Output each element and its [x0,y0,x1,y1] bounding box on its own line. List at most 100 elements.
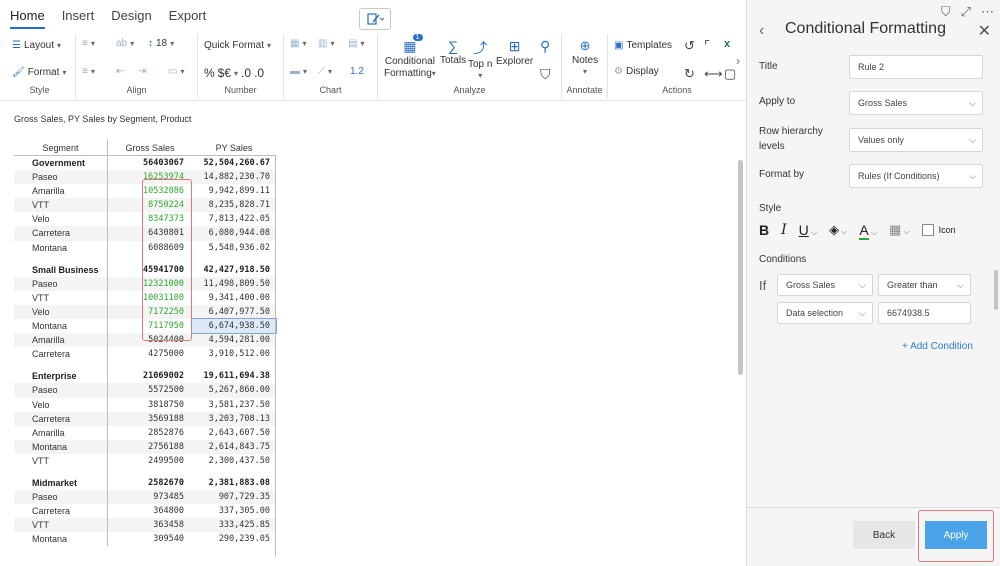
py-sales-cell[interactable]: 8,235,828.71 [192,198,276,212]
report-scrollbar[interactable] [738,160,743,375]
table-row[interactable]: Paseo 973485 907,729.35 [14,490,276,505]
py-sales-cell[interactable]: 14,882,230.70 [192,170,276,184]
explorer-button[interactable]: ⊞ Explorer [496,38,533,67]
py-sales-cell[interactable]: 11,498,809.50 [192,277,276,291]
py-sales-cell[interactable]: 7,813,422.05 [192,212,276,226]
undo-button[interactable]: ↺ [684,38,695,54]
row-label[interactable]: Carretera [14,411,108,426]
gross-sales-cell[interactable]: 4275000 [108,347,192,361]
row-hierarchy-select[interactable]: Values only ⌵ [849,128,983,152]
py-sales-cell[interactable]: 9,341,400.00 [192,291,276,305]
condition-value-input[interactable]: 6674938.5 [878,302,971,324]
tab-export[interactable]: Export [169,8,207,29]
bar-chart-button[interactable]: ▦ ▾ [290,38,306,49]
align-left-button[interactable]: ≡ ▾ [82,38,95,49]
row-label[interactable]: Carretera [14,226,108,241]
row-label[interactable]: Montana [14,532,108,547]
py-sales-cell[interactable]: 3,910,512.00 [192,347,276,361]
templates-button[interactable]: ▣ Templates [614,40,672,51]
gross-sales-cell[interactable]: 2756188 [108,440,192,454]
py-sales-cell[interactable]: 6,407,977.50 [192,305,276,319]
py-sales-cell[interactable]: 3,581,237.50 [192,398,276,412]
table-row[interactable]: Velo 3818750 3,581,237.50 [14,397,276,412]
gross-sales-cell[interactable]: 56403067 [108,156,192,170]
py-sales-cell[interactable]: 4,594,281.00 [192,333,276,347]
row-label[interactable]: Velo [14,304,108,320]
format-by-select[interactable]: Rules (If Conditions) ⌵ [849,164,983,188]
conditional-formatting-button[interactable]: ▦ 1 Conditional Formatting▾ [384,34,436,79]
row-label[interactable]: Velo [14,397,108,412]
row-label[interactable]: Amarilla [14,333,108,348]
bold-button[interactable]: B [759,222,769,238]
row-label[interactable]: VTT [14,453,108,468]
apply-to-select[interactable]: Gross Sales ⌵ [849,91,983,115]
search-button[interactable]: ⚲ [540,38,550,55]
cell-borders-button[interactable]: ▦ ⌵ [889,222,910,238]
line-chart-button[interactable]: ⟋ ▾ [318,66,332,77]
row-label[interactable]: Paseo [14,383,108,398]
display-button[interactable]: ⚙ Display [614,66,659,77]
gross-sales-cell[interactable]: 309540 [108,532,192,546]
gross-sales-cell[interactable]: 363458 [108,518,192,532]
py-sales-cell[interactable]: 6,080,944.08 [192,226,276,240]
close-icon[interactable]: ✕ [978,21,991,41]
align-center-button[interactable]: ≡ ▾ [82,66,95,77]
row-label[interactable]: Government [14,156,108,171]
font-size-control[interactable]: ↕ 18 ▾ [148,38,174,49]
row-label[interactable]: Montana [14,240,108,255]
py-sales-cell[interactable]: 337,305.00 [192,504,276,518]
py-sales-cell[interactable]: 6,674,938.50 [191,318,277,335]
tab-insert[interactable]: Insert [62,8,95,29]
tab-home[interactable]: Home [10,8,45,29]
currency-button[interactable]: $€ [218,66,231,80]
gross-sales-cell[interactable]: 3569188 [108,412,192,426]
gross-sales-cell[interactable]: 973485 [108,490,192,504]
condition-source-select[interactable]: Data selection ⌵ [777,302,873,324]
gross-sales-cell[interactable]: 5572500 [108,383,192,397]
ribbon-scroll-right[interactable]: › [736,54,740,68]
underline-button[interactable]: U ⌵ [799,222,817,238]
format-button[interactable]: 🖌 Format ▾ [12,67,66,78]
filter-button[interactable]: ⛉ [540,66,551,83]
indent-decrease-button[interactable]: ⇤ [116,66,124,77]
wrap-text-button[interactable]: ab ▾ [116,38,134,49]
row-label[interactable]: Carretera [14,504,108,519]
py-sales-cell[interactable]: 2,643,607.50 [192,426,276,440]
group-row[interactable]: Government 56403067 52,504,260.67 [14,156,276,171]
table-row[interactable]: Carretera 4275000 3,910,512.00 [14,347,276,362]
table-chart-button[interactable]: ▤ ▾ [348,38,364,49]
py-sales-cell[interactable]: 2,300,437.50 [192,454,276,468]
py-sales-cell[interactable]: 2,381,883.08 [192,476,276,490]
table-row[interactable]: VTT 2499500 2,300,437.50 [14,453,276,468]
percent-button[interactable]: % [204,66,215,80]
row-label[interactable]: Amarilla [14,425,108,440]
redo-button[interactable]: ↻ [684,66,695,82]
quick-format-dropdown[interactable]: Quick Format ▾ [204,40,271,51]
panel-scrollbar[interactable] [994,270,998,310]
py-sales-cell[interactable]: 5,548,936.02 [192,241,276,255]
borders-button[interactable]: ▭ ▾ [168,66,184,77]
py-sales-cell[interactable]: 333,425.85 [192,518,276,532]
row-label[interactable]: Velo [14,212,108,227]
apply-button[interactable]: Apply [925,521,987,549]
row-label[interactable]: Small Business [14,262,108,277]
layout-button[interactable]: ☰ Layout ▾ [12,40,61,51]
add-condition-link[interactable]: + Add Condition [902,341,973,352]
format-painter-button[interactable] [359,8,391,30]
table-row[interactable]: Carretera 3569188 3,203,708.13 [14,411,276,426]
fit-button[interactable]: ⟷ [704,66,723,82]
font-color-button[interactable]: A ⌵ [859,222,877,240]
indent-increase-button[interactable]: ⇥ [138,66,146,77]
topn-button[interactable]: ⤴ Top n ▾ [468,38,492,80]
row-label[interactable]: Amarilla [14,184,108,199]
py-sales-cell[interactable]: 907,729.35 [192,490,276,504]
py-sales-cell[interactable]: 9,942,899.11 [192,184,276,198]
excel-button[interactable]: x [724,38,730,50]
fill-color-button[interactable]: ◈ ⌵ [829,222,847,238]
gross-sales-cell[interactable]: 2852876 [108,426,192,440]
crop-button[interactable]: ⌜ [704,38,710,54]
sparkline-bar-button[interactable]: ▬ ▾ [290,66,307,77]
row-label[interactable]: VTT [14,198,108,213]
gross-sales-cell[interactable]: 21069002 [108,369,192,383]
table-row[interactable]: Montana 2756188 2,614,843.75 [14,439,276,454]
